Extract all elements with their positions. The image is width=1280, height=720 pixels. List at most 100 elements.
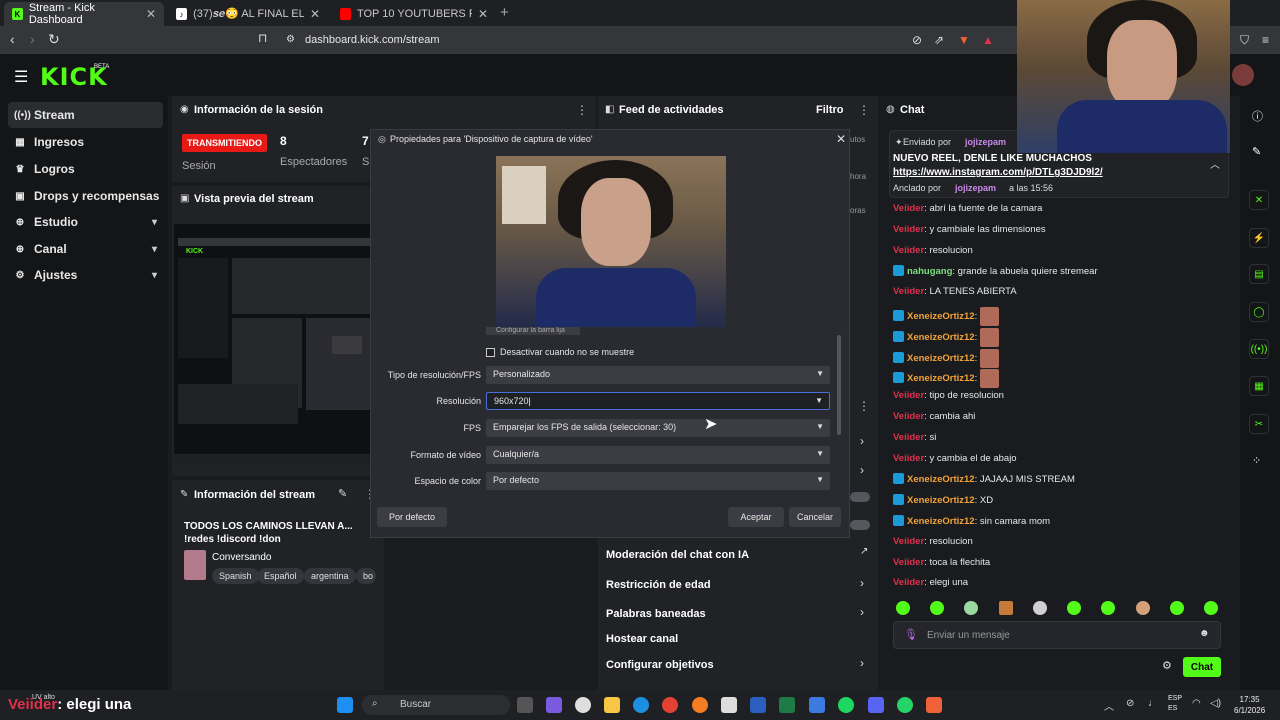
cancel-button[interactable]: Cancelar	[789, 507, 841, 527]
more-options-icon[interactable]: ⋮	[576, 103, 588, 117]
chat-username[interactable]: Veiider	[893, 453, 924, 464]
chat-bubble-icon[interactable]: ◯	[1249, 302, 1269, 322]
category-name[interactable]: Conversando	[212, 552, 271, 563]
bolt-icon[interactable]: ⚡	[1249, 228, 1269, 248]
tab-youtube[interactable]: TOP 10 YOUTUBERS FUNADOS POR... ✕	[332, 2, 496, 26]
dropdown-arrow-icon[interactable]: ▼	[815, 396, 823, 405]
whatsapp-icon[interactable]	[897, 697, 913, 713]
moderation-row-goals[interactable]: Configurar objetivos	[606, 659, 714, 671]
zoom-icon[interactable]	[809, 697, 825, 713]
sidebar-item-estudio[interactable]: ⊕ Estudio ▾	[8, 209, 163, 235]
sidebar-item-ajustes[interactable]: ⚙ Ajustes ▾	[8, 262, 163, 288]
chevron-right-icon[interactable]: ›	[860, 463, 864, 477]
share-icon[interactable]: ⇗	[934, 33, 944, 47]
microphone-icon[interactable]: ♩	[1148, 698, 1158, 709]
edit-icon[interactable]: ✎	[338, 487, 347, 500]
emote-icon[interactable]	[964, 601, 978, 615]
chat-username[interactable]: Veiider	[893, 245, 924, 256]
chat-username[interactable]: XeneizeOrtiz12	[907, 332, 975, 343]
chat-username[interactable]: Veiider	[893, 536, 924, 547]
discord-icon[interactable]	[868, 697, 884, 713]
bookmark-icon[interactable]: ⊓	[258, 31, 267, 45]
brave-icon[interactable]	[926, 697, 942, 713]
pencil-icon[interactable]: ✎	[1252, 145, 1261, 158]
camera-blocked-icon[interactable]: ⊘	[912, 33, 922, 47]
emoji-icon[interactable]: ☻	[1199, 628, 1210, 639]
chat-username[interactable]: Veiider	[893, 577, 924, 588]
chat-username[interactable]: Veiider	[893, 432, 924, 443]
sidebar-item-stream[interactable]: ((•)) Stream	[8, 102, 163, 128]
emote-icon[interactable]	[930, 601, 944, 615]
pinned-by-user[interactable]: jojizepam	[955, 183, 996, 193]
avatar[interactable]	[1232, 64, 1254, 86]
chat-username[interactable]: nahugang	[907, 266, 952, 277]
volume-icon[interactable]: ◁)	[1210, 698, 1221, 709]
menu-icon[interactable]: ≡	[1262, 33, 1269, 47]
task-view-icon[interactable]	[517, 697, 533, 713]
microphone-icon[interactable]: 🎙	[904, 628, 918, 641]
emote-icon[interactable]	[1101, 601, 1115, 615]
tab-kick-dashboard[interactable]: K Stream - Kick Dashboard ✕	[4, 2, 164, 26]
filter-button[interactable]: Filtro	[816, 104, 844, 116]
emote-icon[interactable]	[1170, 601, 1184, 615]
clipboard-icon[interactable]: ▤	[1249, 264, 1269, 284]
brave-shield-icon[interactable]: ▼	[958, 33, 970, 47]
emote-icon[interactable]	[1033, 601, 1047, 615]
obs-app-icon[interactable]	[575, 697, 591, 713]
site-info-icon[interactable]: ⚙	[286, 34, 295, 45]
excel-icon[interactable]	[779, 697, 795, 713]
video-format-select[interactable]: Cualquier/a ▼	[486, 446, 830, 464]
windows-start-icon[interactable]	[337, 697, 353, 713]
back-icon[interactable]: ‹	[10, 31, 15, 47]
brave-rewards-icon[interactable]: ▲	[982, 33, 994, 47]
firefox-icon[interactable]	[692, 697, 708, 713]
taskbar-clock[interactable]: 17:35 6/1/2026	[1234, 694, 1265, 716]
edge-icon[interactable]	[633, 697, 649, 713]
pinned-link[interactable]: https://www.instagram.com/p/DTLg3DJD9l2/	[893, 167, 1103, 178]
emote-icon[interactable]	[1204, 601, 1218, 615]
emote-icon[interactable]	[896, 601, 910, 615]
network-icon[interactable]: ⊘	[1126, 698, 1134, 709]
url-text[interactable]: dashboard.kick.com/stream	[305, 34, 440, 46]
external-link-icon[interactable]: ↗	[860, 546, 868, 557]
close-icon[interactable]: ✕	[146, 7, 156, 21]
close-icon[interactable]: ✕	[836, 132, 846, 146]
chat-username[interactable]: XeneizeOrtiz12	[907, 516, 975, 527]
chat-username[interactable]: Veiider	[893, 224, 924, 235]
language-indicator[interactable]: ESP ES	[1168, 694, 1182, 714]
tab-tiktok[interactable]: ♪ (37)𝒔𝒆😳 AL FINAL EL N3GR0 NO ERA... ✕	[168, 2, 328, 26]
pinned-sent-by-user[interactable]: jojizepam	[965, 137, 1006, 147]
store-icon[interactable]	[721, 697, 737, 713]
word-icon[interactable]	[750, 697, 766, 713]
chat-username[interactable]: Veiider	[893, 286, 924, 297]
sidebar-item-canal[interactable]: ⊕ Canal ▾	[8, 236, 163, 262]
spotify-icon[interactable]	[838, 697, 854, 713]
more-options-icon[interactable]: ⋮	[858, 399, 870, 413]
emote-icon[interactable]	[999, 601, 1013, 615]
moderation-row-ai[interactable]: Moderación del chat con IA	[606, 549, 749, 561]
wifi-icon[interactable]: ◠	[1192, 698, 1201, 709]
settings-cluster-icon[interactable]: ⁘	[1252, 454, 1261, 467]
more-options-icon[interactable]: ⋮	[858, 103, 870, 117]
broadcast-icon[interactable]: ((•))	[1249, 339, 1269, 359]
collapse-icon[interactable]: ︿	[1210, 156, 1220, 171]
moderation-row-banned-words[interactable]: Palabras baneadas	[606, 608, 706, 620]
chat-username[interactable]: Veiider	[893, 390, 924, 401]
taskbar-search[interactable]: ⌕ Buscar	[362, 695, 510, 715]
layout-icon[interactable]: ▦	[1249, 376, 1269, 396]
app-icon[interactable]	[546, 697, 562, 713]
resolution-type-select[interactable]: Personalizado ▼	[486, 366, 830, 384]
moderation-row-age[interactable]: Restricción de edad	[606, 579, 711, 591]
chevron-right-icon[interactable]: ›	[860, 434, 864, 448]
forward-icon[interactable]: ›	[30, 31, 35, 47]
tool-icon[interactable]: ✂	[1249, 414, 1269, 434]
color-space-select[interactable]: Por defecto ▼	[486, 472, 830, 490]
chevron-right-icon[interactable]: ›	[860, 576, 864, 590]
emote-icon[interactable]	[1067, 601, 1081, 615]
sidebar-item-logros[interactable]: ♛ Logros	[8, 156, 163, 182]
sidebar-item-drops[interactable]: ▣ Drops y recompensas	[8, 183, 163, 209]
send-chat-button[interactable]: Chat	[1183, 657, 1221, 677]
chevron-right-icon[interactable]: ›	[860, 605, 864, 619]
chat-username[interactable]: XeneizeOrtiz12	[907, 373, 975, 384]
chrome-icon[interactable]	[662, 697, 678, 713]
